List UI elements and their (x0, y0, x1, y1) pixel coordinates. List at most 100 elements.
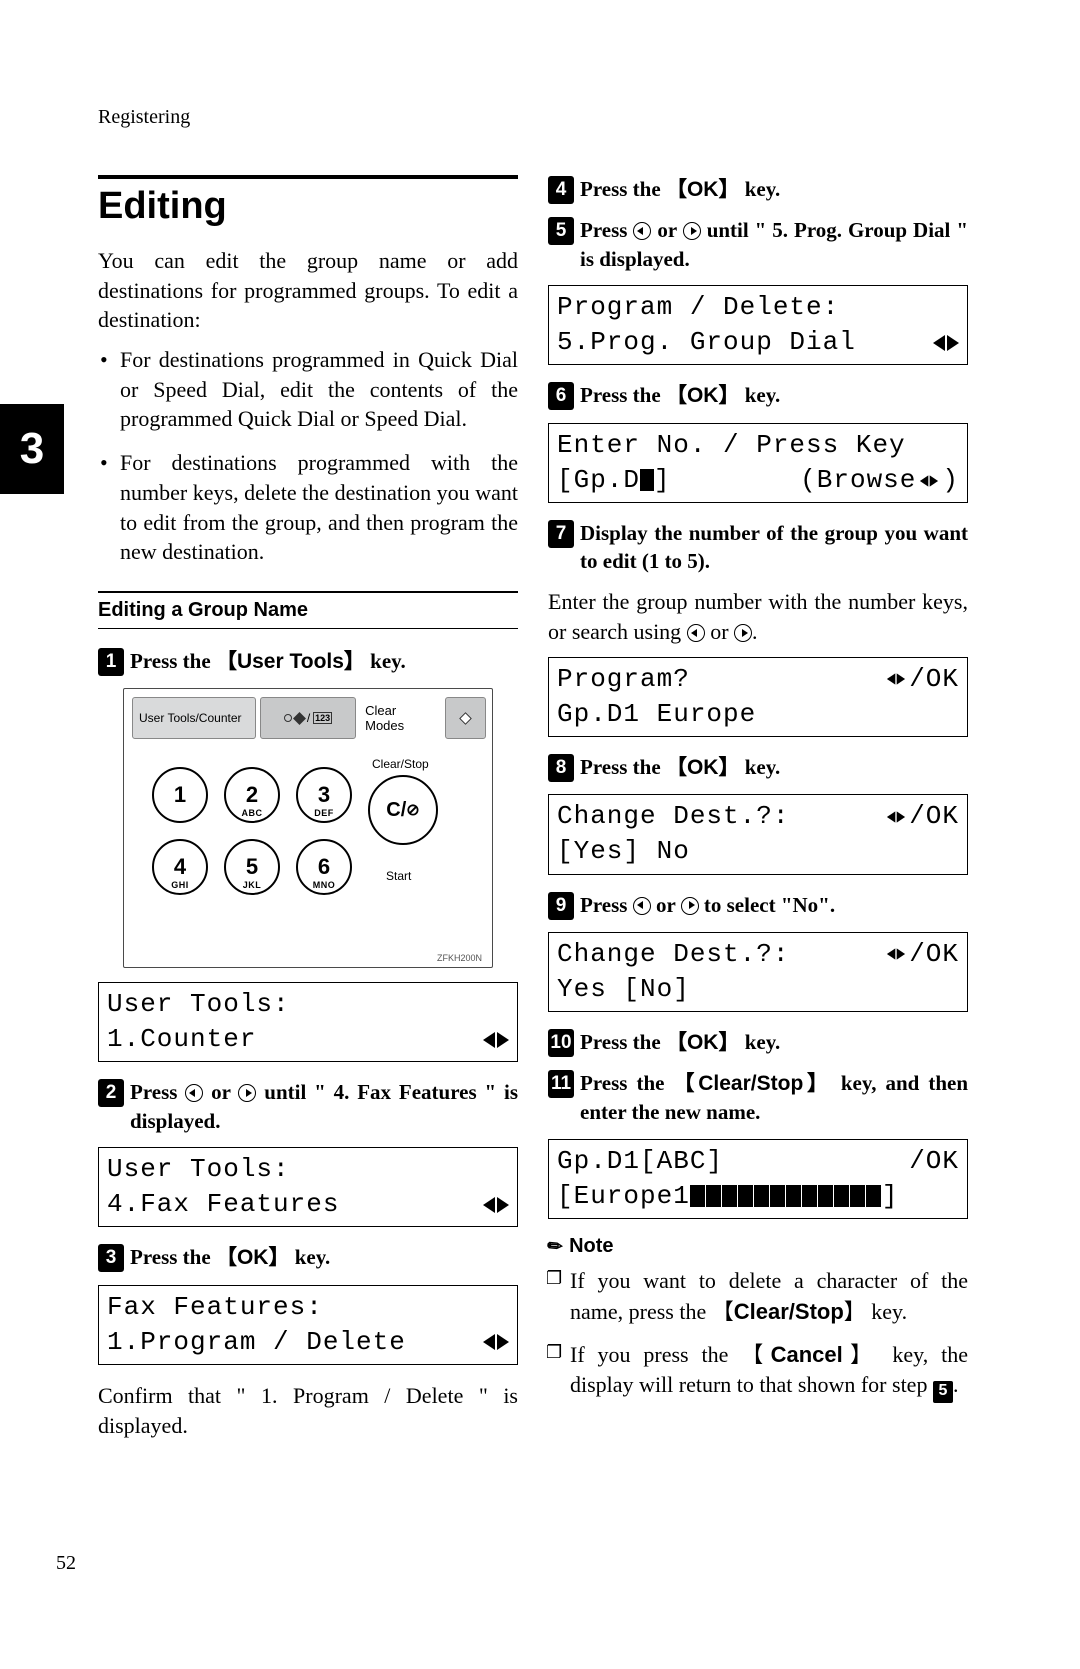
key-6: 6MNO (296, 839, 352, 895)
lcd-display: Enter No. / Press Key [Gp.D] (Browse) (548, 423, 968, 503)
illustration-ref: ZFKH200N (437, 953, 482, 963)
key-2: 2ABC (224, 767, 280, 823)
left-arrow-icon (633, 897, 651, 915)
step-text: Press the 【OK】 key. (130, 1243, 518, 1272)
clear-modes-key (445, 697, 486, 739)
text: If you press the (570, 1342, 741, 1367)
key-label: OK (687, 384, 719, 407)
step-1: 1 Press the 【User Tools】 key. (98, 647, 518, 676)
text: Enter the group number with the number k… (548, 589, 968, 644)
lcd-line: [Europe1] (557, 1179, 959, 1214)
lcd-line: 1.Program / Delete (107, 1325, 406, 1360)
step-number-badge: 1 (98, 648, 124, 676)
note-list: If you want to delete a character of the… (548, 1266, 968, 1403)
key-label: OK (687, 756, 719, 779)
left-arrow-icon (687, 624, 705, 642)
lcd-line: Change Dest.?: (557, 799, 789, 834)
step-3: 3 Press the 【OK】 key. (98, 1243, 518, 1272)
key-label: OK (237, 1246, 269, 1269)
left-right-arrows-icon (933, 335, 959, 351)
right-arrow-icon (238, 1084, 256, 1102)
note-item: If you want to delete a character of the… (570, 1266, 968, 1328)
text: Press the (580, 177, 666, 201)
text: Press the (580, 383, 666, 407)
right-arrow-icon (681, 897, 699, 915)
lcd-display: Fax Features: 1.Program / Delete (98, 1285, 518, 1365)
right-arrow-icon (734, 624, 752, 642)
note-heading: ✎ Note (548, 1235, 968, 1258)
lcd-display: User Tools: 4.Fax Features (98, 1147, 518, 1227)
step-7: 7 Display the number of the group you wa… (548, 519, 968, 576)
key-label: OK (687, 178, 719, 201)
lcd-line: (Browse) (800, 463, 959, 498)
left-right-arrows-icon (483, 1334, 509, 1350)
clear-stop-label: Clear/Stop (372, 757, 429, 771)
clear-stop-key: C/⊘ (368, 775, 438, 845)
arrows-ok-indicator: /OK (883, 662, 959, 697)
text: Press (130, 1080, 185, 1104)
step-number-badge: 10 (548, 1029, 574, 1057)
subheading-rule-bottom (98, 628, 518, 629)
text: Press (580, 893, 633, 917)
key-text: C/ (386, 799, 406, 822)
lcd-display: Program? /OK Gp.D1 Europe (548, 657, 968, 737)
step-11: 11 Press the 【Clear/Stop】 key, and then … (548, 1069, 968, 1127)
key-1: 1 (152, 767, 208, 823)
right-arrow-icon (683, 222, 701, 240)
step-text: Press or until " 5. Prog. Group Dial " i… (580, 216, 968, 273)
text: or (651, 218, 682, 242)
lcd-line: Change Dest.?: (557, 937, 789, 972)
step-ref-badge: 5 (933, 1381, 953, 1403)
diamond-icon (293, 712, 306, 725)
lcd-line: /OK (909, 1144, 959, 1179)
step-text: Display the number of the group you want… (580, 519, 968, 576)
step-10: 10 Press the 【OK】 key. (548, 1028, 968, 1057)
key-3: 3DEF (296, 767, 352, 823)
lcd-line: User Tools: (107, 987, 509, 1022)
step-text: Press the 【User Tools】 key. (130, 647, 518, 676)
step-7-sub: Enter the group number with the number k… (548, 587, 968, 646)
lcd-line: 5.Prog. Group Dial (557, 325, 856, 360)
page-number: 52 (56, 1552, 76, 1575)
note-item: If you press the 【Cancel】 key, the displ… (570, 1340, 968, 1403)
lcd-line: Fax Features: (107, 1290, 509, 1325)
lcd-line: Yes [No] (557, 972, 959, 1007)
step-number-badge: 2 (98, 1079, 124, 1107)
step-6: 6 Press the 【OK】 key. (548, 381, 968, 410)
lcd-line: [Gp.D] (557, 463, 671, 498)
step-number-badge: 11 (548, 1070, 574, 1098)
step-number-badge: 6 (548, 382, 574, 410)
confirm-text: Confirm that " 1. Program / Delete " is … (98, 1381, 518, 1440)
user-tools-counter-key: User Tools/Counter (132, 697, 256, 739)
note-label: Note (569, 1235, 613, 1258)
step-8: 8 Press the 【OK】 key. (548, 753, 968, 782)
clear-modes-label: Clear Modes (360, 697, 441, 739)
arrows-ok-indicator: /OK (883, 937, 959, 972)
lcd-line: Enter No. / Press Key (557, 428, 959, 463)
text: or (705, 619, 734, 644)
lcd-line: Program / Delete: (557, 290, 959, 325)
lcd-line: 4.Fax Features (107, 1187, 339, 1222)
text: key. (866, 1299, 907, 1324)
lcd-line: [Yes] No (557, 834, 959, 869)
step-number-badge: 8 (548, 754, 574, 782)
diamond-icon (459, 712, 472, 725)
keypad-illustration: User Tools/Counter / 123 Clear Modes (123, 688, 493, 968)
text: . (752, 619, 758, 644)
text: key. (739, 177, 780, 201)
step-number-badge: 9 (548, 892, 574, 920)
step-9: 9 Press or to select "No". (548, 891, 968, 920)
left-arrow-icon (185, 1084, 203, 1102)
step-text: Press the 【OK】 key. (580, 753, 968, 782)
text: Press the (580, 1071, 673, 1095)
indicator-panel: / 123 (260, 697, 356, 739)
text: key. (739, 1030, 780, 1054)
input-blocks-icon (690, 1179, 882, 1214)
key-label: Clear/Stop (698, 1072, 803, 1095)
intro-text: You can edit the group name or add desti… (98, 246, 518, 335)
bullet-item: For destinations programmed in Quick Dia… (120, 345, 518, 434)
text: Press the (580, 755, 666, 779)
key-label: Clear/Stop (734, 1299, 844, 1324)
bullet-list: For destinations programmed in Quick Dia… (98, 345, 518, 567)
lcd-line: 1.Counter (107, 1022, 256, 1057)
